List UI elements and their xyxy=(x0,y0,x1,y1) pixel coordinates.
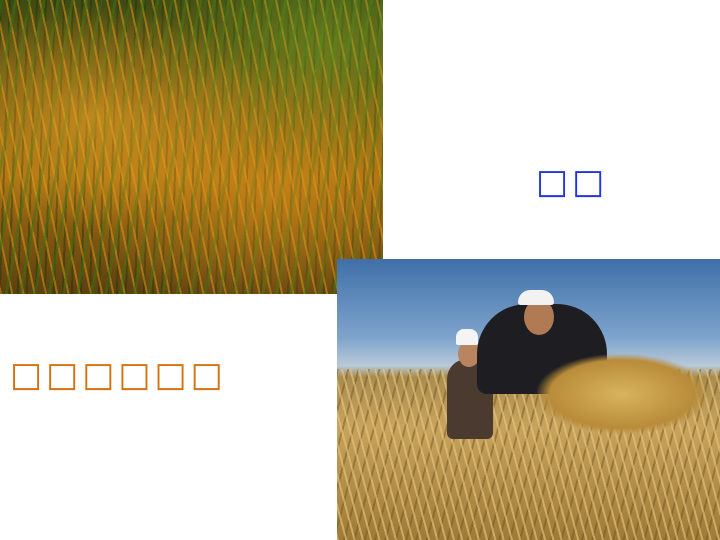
slide: □□ □□□□□□ xyxy=(0,0,720,540)
rice-paddy-photo xyxy=(0,0,383,294)
farmer-woman-hat xyxy=(456,329,478,345)
grain-bundle xyxy=(537,354,707,434)
rice-paddy-highlight xyxy=(0,0,383,294)
farmers-harvesting-photo xyxy=(337,259,720,540)
farmer-man-cap xyxy=(518,290,554,305)
rice-label: □□ xyxy=(536,162,609,202)
harvest-label: □□□□□□ xyxy=(10,355,227,395)
